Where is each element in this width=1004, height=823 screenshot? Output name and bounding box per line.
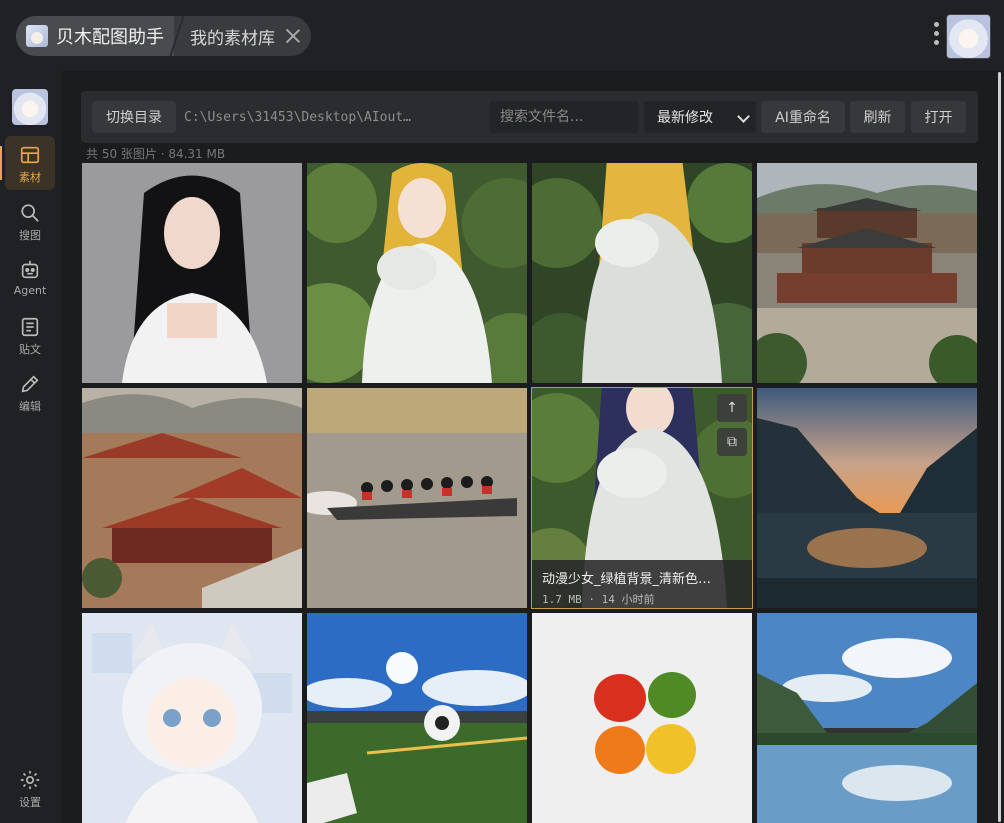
image-thumbnail	[82, 388, 302, 608]
gear-icon	[20, 770, 40, 790]
image-filename: 动漫少女_绿植背景_清新色…	[542, 572, 712, 587]
chevron-down-icon	[737, 110, 750, 123]
search-input[interactable]	[490, 101, 638, 133]
image-tile[interactable]	[82, 613, 302, 823]
image-tile[interactable]	[82, 388, 302, 608]
image-tile[interactable]	[757, 163, 977, 383]
toolbar: 切换目录 C:\Users\31453\Desktop\AIout… 最新修改 …	[81, 91, 978, 143]
image-tile[interactable]	[532, 163, 752, 383]
tab-bar: 贝木配图助手 我的素材库	[16, 16, 311, 56]
sidebar-item-label: 搜图	[19, 229, 41, 242]
switch-directory-button[interactable]: 切换目录	[92, 101, 176, 133]
grid-icon	[20, 146, 40, 164]
sidebar-item-edit[interactable]: 编辑	[5, 365, 55, 419]
image-grid: ↑ ⧉ 动漫少女_绿植背景_清新色… 1.7 MB · 14 小时前	[82, 163, 978, 823]
image-tile[interactable]	[757, 613, 977, 823]
library-count: 共 50 张图片 · 84.31 MB	[86, 147, 226, 161]
image-tile[interactable]	[757, 388, 977, 608]
pencil-icon	[21, 375, 39, 393]
refresh-button[interactable]: 刷新	[850, 101, 905, 133]
sort-select-value: 最新修改	[657, 110, 713, 126]
sidebar-item-label: 编辑	[19, 400, 41, 413]
image-thumbnail	[757, 163, 977, 383]
image-thumbnail	[307, 613, 527, 823]
scrollbar[interactable]	[998, 72, 1001, 822]
image-tile[interactable]	[307, 388, 527, 608]
open-button[interactable]: 打开	[911, 101, 966, 133]
image-tile[interactable]	[307, 613, 527, 823]
image-thumbnail	[532, 613, 752, 823]
image-thumbnail	[757, 388, 977, 608]
image-thumbnail	[532, 163, 752, 383]
image-thumbnail	[307, 163, 527, 383]
sidebar-item-settings[interactable]: 设置	[5, 761, 55, 815]
user-avatar[interactable]	[946, 14, 991, 59]
sidebar-item-assets[interactable]: 素材	[0, 136, 55, 190]
tab-app[interactable]: 贝木配图助手	[16, 16, 174, 56]
sort-select[interactable]: 最新修改	[644, 101, 756, 133]
document-icon	[21, 317, 39, 337]
search-icon	[21, 204, 39, 222]
ai-rename-button[interactable]: AI重命名	[761, 101, 845, 133]
tab-app-label: 贝木配图助手	[56, 27, 164, 48]
sidebar-item-label: 设置	[19, 796, 41, 809]
image-tile[interactable]	[532, 613, 752, 823]
robot-icon	[21, 260, 39, 279]
image-thumbnail	[82, 613, 302, 823]
arrow-up-icon[interactable]: ↑	[717, 394, 747, 422]
sidebar-item-label: 素材	[19, 171, 41, 184]
sidebar: 素材 搜图 Agent 贴文 编辑 设置	[0, 71, 61, 823]
image-tile[interactable]	[82, 163, 302, 383]
tab-library-label: 我的素材库	[190, 28, 275, 49]
sidebar-item-post[interactable]: 贴文	[5, 308, 55, 362]
close-icon[interactable]	[285, 28, 301, 44]
sidebar-item-agent[interactable]: Agent	[5, 251, 55, 305]
image-tile-selected[interactable]: ↑ ⧉ 动漫少女_绿植背景_清新色… 1.7 MB · 14 小时前	[531, 387, 753, 609]
image-thumbnail	[757, 613, 977, 823]
image-meta: 1.7 MB · 14 小时前	[542, 593, 655, 606]
image-info-overlay: 动漫少女_绿植背景_清新色… 1.7 MB · 14 小时前	[532, 560, 752, 608]
app-logo-icon	[26, 25, 48, 47]
more-menu-icon[interactable]	[934, 22, 940, 48]
copy-icon[interactable]: ⧉	[717, 428, 747, 456]
image-thumbnail	[307, 388, 527, 608]
tab-library[interactable]: 我的素材库	[180, 16, 311, 56]
image-thumbnail	[82, 163, 302, 383]
directory-path: C:\Users\31453\Desktop\AIout…	[184, 109, 411, 125]
sidebar-item-label: 贴文	[19, 343, 41, 356]
sidebar-item-label: Agent	[13, 284, 47, 297]
sidebar-avatar[interactable]	[12, 89, 48, 125]
sidebar-item-search[interactable]: 搜图	[5, 194, 55, 248]
image-tile[interactable]	[307, 163, 527, 383]
